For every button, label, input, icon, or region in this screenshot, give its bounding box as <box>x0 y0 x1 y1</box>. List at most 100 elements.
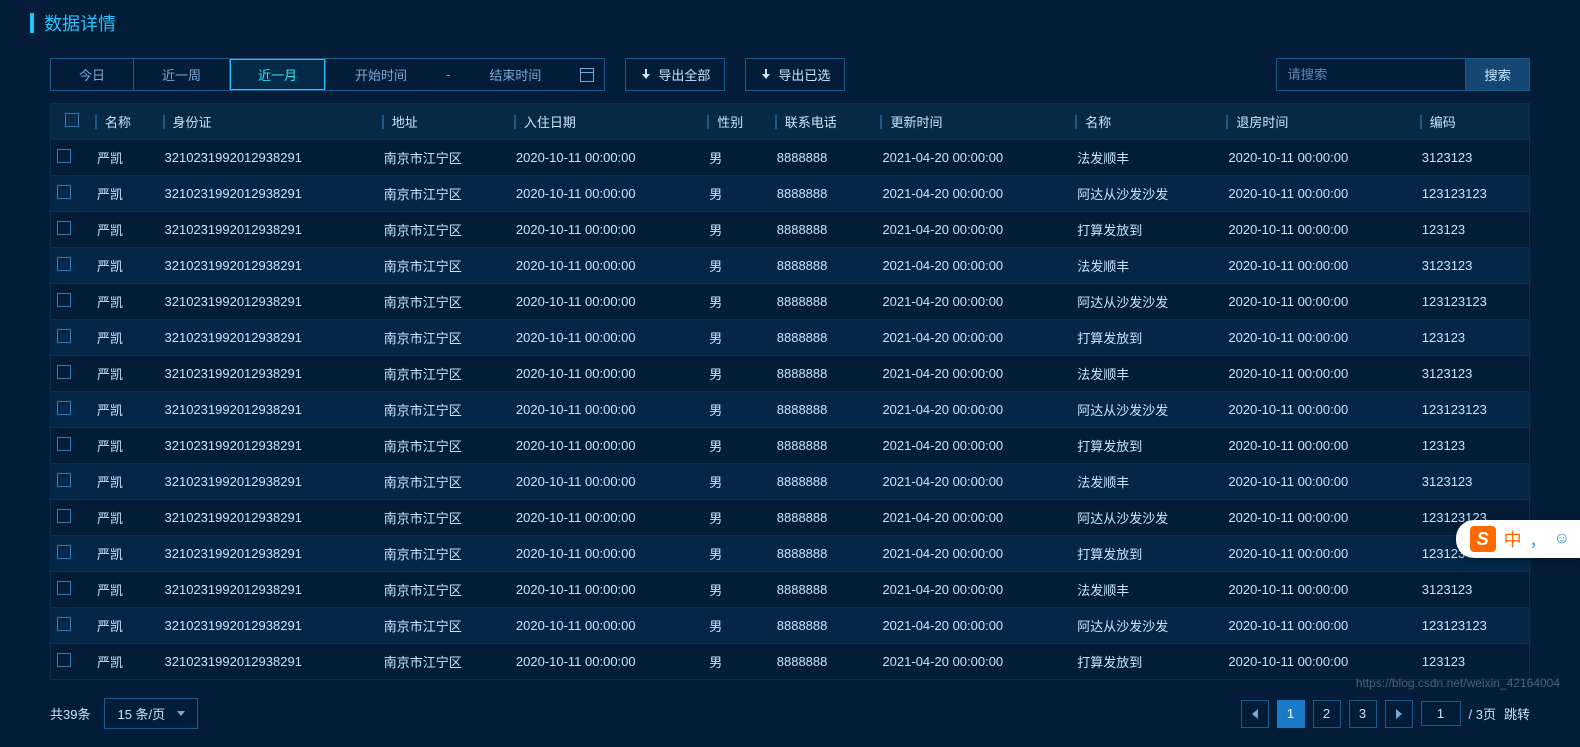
row-checkbox[interactable] <box>57 221 71 235</box>
row-checkbox[interactable] <box>57 401 71 415</box>
table-cell: 2021-04-20 00:00:00 <box>876 608 1071 644</box>
table-cell: 打算发放到 <box>1071 428 1222 464</box>
page-size-label: 15 条/页 <box>117 704 165 723</box>
table-cell: 南京市江宁区 <box>378 536 510 572</box>
table-cell: 123123123 <box>1416 284 1529 320</box>
ime-toolbar[interactable]: S 中 ， ☺ <box>1456 520 1580 558</box>
watermark: https://blog.csdn.net/weixin_42164004 <box>1356 676 1560 690</box>
table-cell: 南京市江宁区 <box>378 392 510 428</box>
date-tab[interactable]: 今日 <box>51 59 134 90</box>
page-number-button[interactable]: 1 <box>1277 700 1305 728</box>
table-cell: 男 <box>703 464 771 500</box>
export-selected-button[interactable]: 导出已选 <box>745 58 845 91</box>
table-cell: 8888888 <box>771 212 877 248</box>
table-cell: 男 <box>703 356 771 392</box>
table-cell: 8888888 <box>771 248 877 284</box>
table-cell: 严凯 <box>91 428 159 464</box>
table-row[interactable]: 严凯3210231992012938291南京市江宁区2020-10-11 00… <box>51 248 1529 284</box>
table-cell: 严凯 <box>91 356 159 392</box>
table-cell: 123123123 <box>1416 392 1529 428</box>
table-row[interactable]: 严凯3210231992012938291南京市江宁区2020-10-11 00… <box>51 212 1529 248</box>
end-date-field[interactable]: 结束时间 <box>470 65 560 84</box>
table-row[interactable]: 严凯3210231992012938291南京市江宁区2020-10-11 00… <box>51 320 1529 356</box>
column-header: 名称 <box>1071 104 1222 140</box>
table-cell: 2020-10-11 00:00:00 <box>510 536 703 572</box>
page-number-button[interactable]: 3 <box>1349 700 1377 728</box>
row-checkbox[interactable] <box>57 473 71 487</box>
start-date-field[interactable]: 开始时间 <box>336 65 426 84</box>
row-checkbox[interactable] <box>57 185 71 199</box>
table-row[interactable]: 严凯3210231992012938291南京市江宁区2020-10-11 00… <box>51 176 1529 212</box>
table-row[interactable]: 严凯3210231992012938291南京市江宁区2020-10-11 00… <box>51 500 1529 536</box>
row-checkbox[interactable] <box>57 293 71 307</box>
search-button[interactable]: 搜索 <box>1466 58 1530 91</box>
row-checkbox[interactable] <box>57 545 71 559</box>
table-cell: 2020-10-11 00:00:00 <box>510 500 703 536</box>
page-number-button[interactable]: 2 <box>1313 700 1341 728</box>
table-row[interactable]: 严凯3210231992012938291南京市江宁区2020-10-11 00… <box>51 392 1529 428</box>
row-checkbox[interactable] <box>57 509 71 523</box>
table-cell: 8888888 <box>771 392 877 428</box>
row-checkbox[interactable] <box>57 581 71 595</box>
table-cell: 2021-04-20 00:00:00 <box>876 140 1071 176</box>
table-cell: 阿达从沙发沙发 <box>1071 392 1222 428</box>
date-tab[interactable]: 近一月 <box>230 59 325 90</box>
ime-emoji-icon[interactable]: ☺ <box>1554 530 1570 548</box>
table-row[interactable]: 严凯3210231992012938291南京市江宁区2020-10-11 00… <box>51 428 1529 464</box>
jump-page-input[interactable] <box>1421 701 1461 726</box>
select-all-checkbox[interactable] <box>65 113 79 127</box>
ime-lang-indicator[interactable]: 中 <box>1504 526 1522 552</box>
table-row[interactable]: 严凯3210231992012938291南京市江宁区2020-10-11 00… <box>51 572 1529 608</box>
chevron-down-icon <box>177 711 185 716</box>
table-cell: 男 <box>703 284 771 320</box>
row-checkbox[interactable] <box>57 437 71 451</box>
table-cell: 8888888 <box>771 608 877 644</box>
table-row[interactable]: 严凯3210231992012938291南京市江宁区2020-10-11 00… <box>51 536 1529 572</box>
export-all-button[interactable]: 导出全部 <box>625 58 725 91</box>
table-cell: 2020-10-11 00:00:00 <box>1222 248 1415 284</box>
row-checkbox[interactable] <box>57 365 71 379</box>
table-cell: 严凯 <box>91 284 159 320</box>
row-checkbox[interactable] <box>57 617 71 631</box>
jump-button[interactable]: 跳转 <box>1504 704 1530 723</box>
table-row[interactable]: 严凯3210231992012938291南京市江宁区2020-10-11 00… <box>51 356 1529 392</box>
table-cell: 8888888 <box>771 320 877 356</box>
table-cell: 严凯 <box>91 176 159 212</box>
table-cell: 严凯 <box>91 320 159 356</box>
table-cell: 南京市江宁区 <box>378 428 510 464</box>
table-cell: 2021-04-20 00:00:00 <box>876 644 1071 680</box>
pagination-footer: 共39条 15 条/页 123 / 3页 跳转 <box>0 680 1580 747</box>
prev-page-button[interactable] <box>1241 700 1269 728</box>
date-tab[interactable]: 近一周 <box>134 59 230 90</box>
row-checkbox[interactable] <box>57 653 71 667</box>
table-row[interactable]: 严凯3210231992012938291南京市江宁区2020-10-11 00… <box>51 284 1529 320</box>
table-cell: 8888888 <box>771 464 877 500</box>
search-input[interactable] <box>1276 58 1466 91</box>
row-checkbox[interactable] <box>57 329 71 343</box>
table-cell: 2021-04-20 00:00:00 <box>876 212 1071 248</box>
table-cell: 2021-04-20 00:00:00 <box>876 320 1071 356</box>
table-row[interactable]: 严凯3210231992012938291南京市江宁区2020-10-11 00… <box>51 644 1529 680</box>
row-checkbox[interactable] <box>57 257 71 271</box>
page-size-select[interactable]: 15 条/页 <box>104 698 198 729</box>
table-cell: 严凯 <box>91 248 159 284</box>
table-cell: 南京市江宁区 <box>378 608 510 644</box>
table-cell: 3210231992012938291 <box>159 284 378 320</box>
table-cell: 8888888 <box>771 140 877 176</box>
date-range-picker[interactable]: 开始时间 - 结束时间 <box>326 58 605 91</box>
table-cell: 2020-10-11 00:00:00 <box>1222 428 1415 464</box>
table-cell: 男 <box>703 500 771 536</box>
ime-punct-indicator[interactable]: ， <box>1530 527 1546 551</box>
table-cell: 3210231992012938291 <box>159 644 378 680</box>
table-row[interactable]: 严凯3210231992012938291南京市江宁区2020-10-11 00… <box>51 464 1529 500</box>
table-cell: 阿达从沙发沙发 <box>1071 608 1222 644</box>
next-page-button[interactable] <box>1385 700 1413 728</box>
jump-suffix: / 3页 <box>1469 704 1496 723</box>
table-cell: 2021-04-20 00:00:00 <box>876 248 1071 284</box>
table-row[interactable]: 严凯3210231992012938291南京市江宁区2020-10-11 00… <box>51 140 1529 176</box>
table-cell: 南京市江宁区 <box>378 248 510 284</box>
row-checkbox[interactable] <box>57 149 71 163</box>
table-cell: 8888888 <box>771 536 877 572</box>
table-row[interactable]: 严凯3210231992012938291南京市江宁区2020-10-11 00… <box>51 608 1529 644</box>
calendar-icon[interactable] <box>580 68 594 82</box>
